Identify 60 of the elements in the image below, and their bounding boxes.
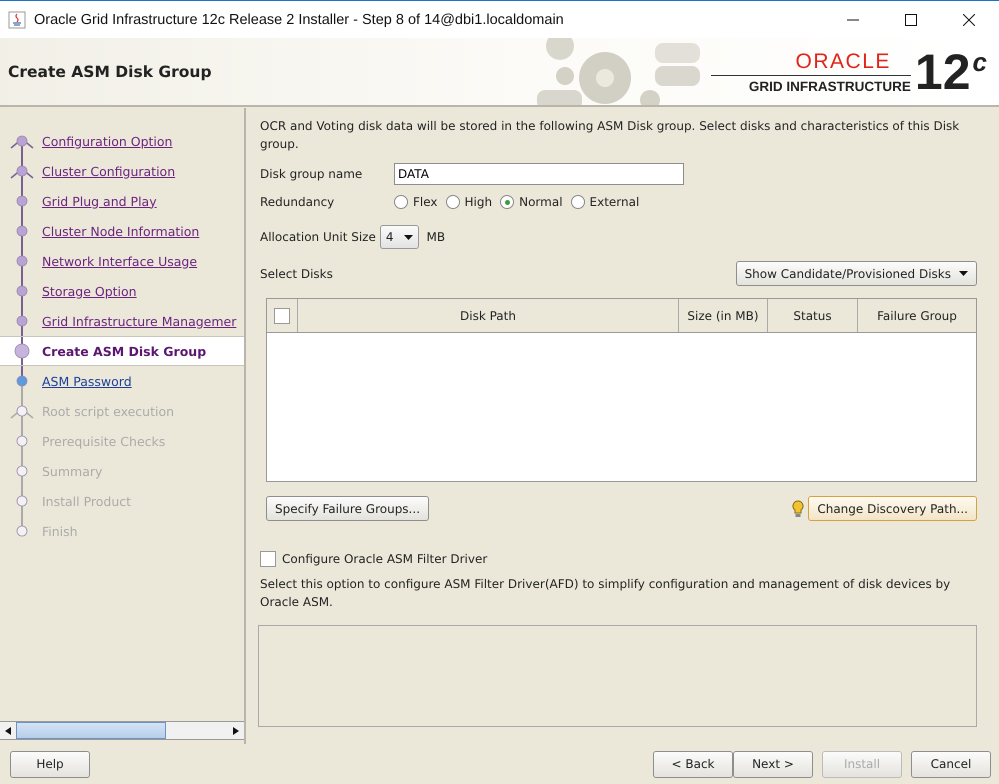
radio-label[interactable]: External [590, 195, 640, 209]
step-label: Finish [42, 524, 78, 538]
lightbulb-icon [792, 500, 804, 518]
page-title: Create ASM Disk Group [7, 62, 212, 80]
maximize-icon[interactable] [905, 14, 917, 26]
select-all-checkbox[interactable] [274, 308, 290, 324]
radio-button[interactable] [446, 195, 460, 209]
next-button[interactable]: Next > [733, 750, 813, 778]
oracle-logo: ORACLE [710, 50, 911, 76]
radio-label[interactable]: High [464, 195, 492, 209]
dropdown-caret-icon [959, 271, 968, 276]
help-button[interactable]: Help [10, 750, 90, 778]
step-label: Prerequisite Checks [42, 434, 166, 448]
step-label: Install Product [42, 494, 132, 508]
unit-size-dropdown[interactable]: 4 [380, 225, 418, 249]
step-label: Root script execution [42, 404, 174, 418]
checkbox-label[interactable]: Configure Oracle ASM Filter Driver [282, 552, 488, 566]
section-label: Select Disks [260, 266, 333, 280]
step-link[interactable]: Cluster Configuration [42, 164, 176, 178]
step-link[interactable]: Storage Option [42, 284, 137, 298]
java-icon [8, 10, 26, 28]
scroll-left-icon[interactable] [5, 726, 11, 734]
step-link[interactable]: Grid Infrastructure Managemer [42, 314, 236, 328]
window-title: Oracle Grid Infrastructure 12c Release 2 Installer - Step 8 of 14@dbi1.localdomain [34, 12, 564, 28]
version-mark: 12$^{c}$ [914, 46, 987, 96]
dropdown-caret-icon [404, 234, 412, 240]
afd-checkbox[interactable] [260, 551, 276, 567]
step-link[interactable]: Configuration Option [42, 134, 172, 148]
radio-label[interactable]: Flex [413, 195, 438, 209]
column-header[interactable]: Status [768, 299, 858, 332]
step-link[interactable]: Network Interface Usage [42, 254, 198, 268]
radio-label[interactable]: Normal [519, 195, 563, 209]
back-button[interactable]: < Back [653, 750, 733, 778]
disk-filter-dropdown[interactable]: Show Candidate/Provisioned Disks [736, 261, 977, 286]
scrollbar-thumb[interactable] [16, 722, 166, 739]
field-label: Redundancy [260, 195, 336, 209]
field-label: Disk group name [260, 167, 364, 181]
product-name: GRID INFRASTRUCTURE [748, 78, 911, 94]
unit-label: MB [426, 230, 446, 244]
afd-description: Select this option to configure ASM Filter Driver(AFD) to simplify configuration and management of disk devices by Oracle ASM. [260, 576, 952, 611]
horizontal-scrollbar[interactable] [0, 721, 244, 740]
field-label: Allocation Unit Size [260, 230, 376, 244]
scroll-right-icon[interactable] [233, 726, 239, 734]
intro-text: OCR and Voting disk data will be stored in the following ASM Disk group. Select disks and characteristics of this Disk group. [260, 118, 960, 153]
step-label: Create ASM Disk Group [42, 344, 206, 358]
step-link[interactable]: Cluster Node Information [42, 224, 200, 238]
radio-button[interactable] [500, 195, 514, 209]
radio-button[interactable] [570, 195, 585, 209]
cancel-button[interactable]: Cancel [911, 750, 991, 778]
step-link[interactable]: ASM Password [42, 374, 132, 388]
change-discovery-path-button[interactable]: Change Discovery Path... [808, 496, 977, 521]
step-label: Summary [42, 464, 102, 478]
column-header[interactable]: Size (in MB) [679, 299, 768, 332]
column-header[interactable]: Failure Group [858, 299, 976, 332]
close-icon[interactable] [963, 14, 975, 26]
step-link[interactable]: Grid Plug and Play [42, 194, 157, 208]
disk-group-name-field[interactable]: DATA [394, 163, 684, 185]
specify-failure-groups-button[interactable]: Specify Failure Groups... [266, 496, 430, 521]
radio-button[interactable] [394, 195, 408, 209]
column-header[interactable]: Disk Path [298, 299, 679, 332]
